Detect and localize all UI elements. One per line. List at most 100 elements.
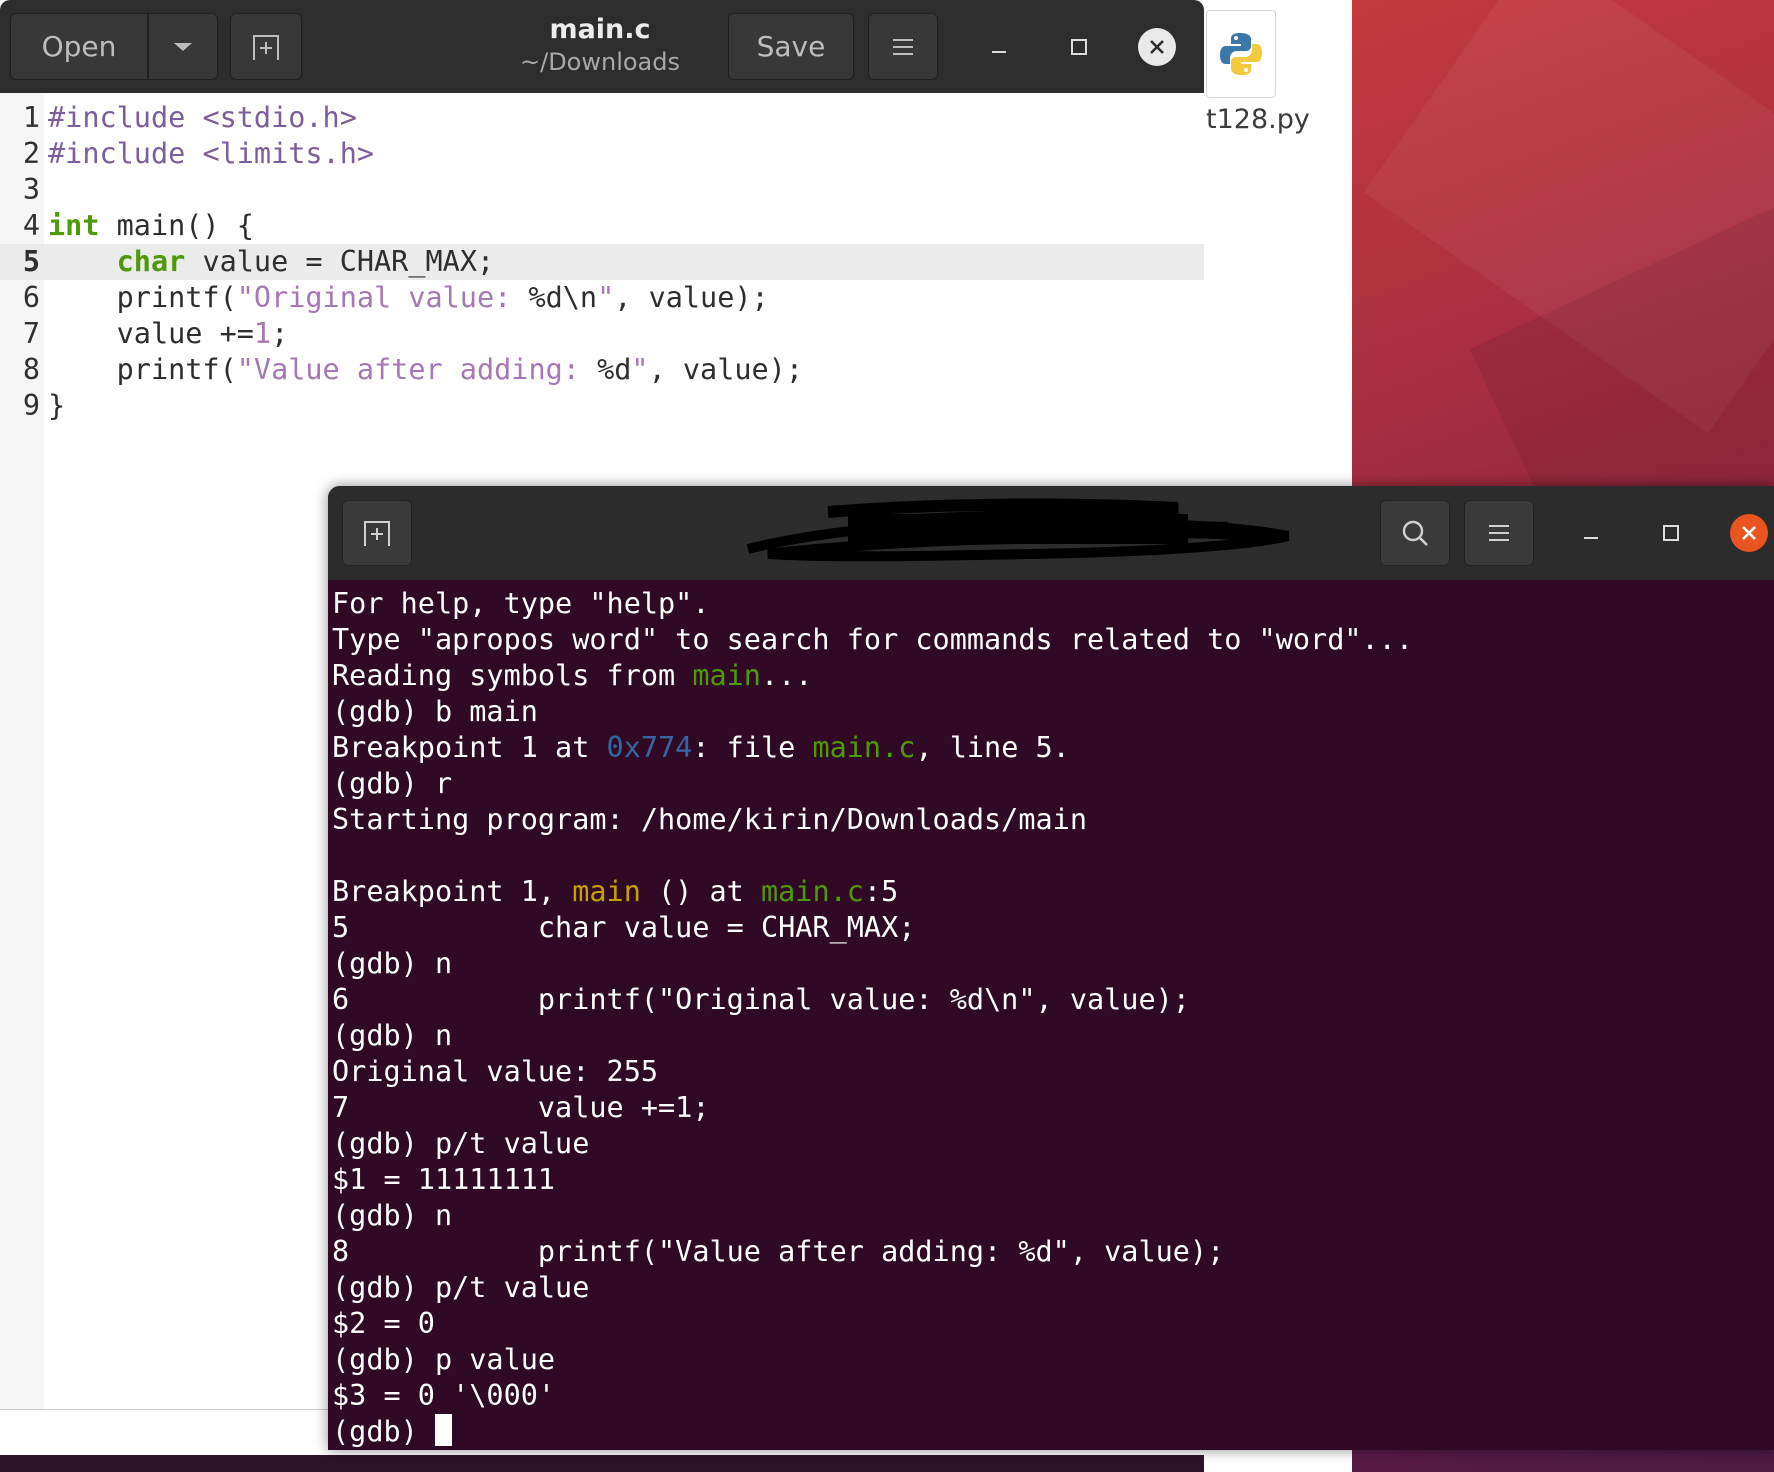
new-tab-icon [253, 34, 279, 60]
terminal-text: (gdb) n [332, 947, 453, 980]
open-dropdown-button[interactable] [148, 13, 218, 80]
code-token: printf( [48, 353, 237, 386]
terminal-line: Original value: 255 [332, 1054, 1774, 1090]
terminal-text: $1 = 11111111 [332, 1163, 556, 1196]
terminal-line: 8 printf("Value after adding: %d", value… [332, 1234, 1774, 1270]
document-path: ~/Downloads [520, 48, 680, 76]
terminal-cursor [434, 1414, 452, 1446]
code-line[interactable]: 3 [0, 172, 1204, 208]
save-button[interactable]: Save [728, 13, 854, 80]
code-line[interactable]: 9} [0, 388, 1204, 424]
terminal-line: Type "apropos word" to search for comman… [332, 622, 1774, 658]
code-token: value += [48, 317, 254, 350]
code-token: , value); [614, 281, 769, 314]
terminal-text: (gdb) b main [332, 695, 538, 728]
code-text: value +=1; [48, 316, 289, 352]
save-button-label: Save [756, 30, 826, 63]
file-name-label[interactable]: t128.py [1206, 104, 1310, 135]
close-button[interactable] [1138, 28, 1176, 66]
code-token: <stdio.h> [202, 101, 357, 134]
terminal-text: main.c [760, 875, 864, 908]
code-text: #include <limits.h> [48, 136, 374, 172]
code-line[interactable]: 2 #include <limits.h> [0, 136, 1204, 172]
code-token: char [116, 245, 186, 278]
terminal-line: Breakpoint 1 at 0x774: file main.c, line… [332, 730, 1774, 766]
minimize-button[interactable] [1572, 514, 1610, 552]
terminal-text: () at [640, 875, 761, 908]
code-line[interactable]: 6 printf("Original value: %d\n", value); [0, 280, 1204, 316]
code-editor-area[interactable]: 1 #include <stdio.h> 2 #include <limits.h> 3… [0, 100, 1204, 424]
maximize-button[interactable] [1060, 28, 1098, 66]
terminal-output[interactable]: For help, type "help". Type "apropos word… [332, 586, 1774, 1450]
line-number: 1 [22, 101, 40, 134]
code-token: printf( [48, 281, 237, 314]
maximize-icon [1663, 525, 1679, 541]
code-token: "Value after adding: [236, 353, 598, 386]
terminal-text: Type "apropos word" to search for comman… [332, 623, 1413, 656]
code-token: "Original value: [236, 281, 529, 314]
code-token: , value); [648, 353, 804, 386]
open-button[interactable]: Open [10, 13, 148, 80]
terminal-text: (gdb) p/t value [332, 1271, 590, 1304]
code-line[interactable]: 8 printf("Value after adding: %d", value… [0, 352, 1204, 388]
terminal-text: (gdb) n [332, 1019, 453, 1052]
python-file-icon[interactable] [1206, 10, 1276, 98]
close-icon [1742, 526, 1756, 540]
code-token: value = CHAR_MAX; [185, 245, 495, 278]
terminal-text: , line 5. [915, 731, 1070, 764]
menu-button[interactable] [868, 13, 938, 80]
line-number: 2 [22, 137, 40, 170]
code-text: printf("Original value: %d\n", value); [48, 280, 769, 316]
new-tab-icon [364, 521, 390, 546]
editor-header-bar: Open main.c ~/Downloads Save [0, 0, 1204, 93]
redaction-scribble [746, 498, 1290, 562]
terminal-text: (gdb) p/t value [332, 1127, 590, 1160]
code-text: } [48, 388, 65, 424]
terminal-line: 5 char value = CHAR_MAX; [332, 910, 1774, 946]
maximize-button[interactable] [1652, 514, 1690, 552]
search-button[interactable] [1380, 500, 1450, 566]
line-number: 8 [22, 353, 40, 386]
hamburger-menu-icon [1489, 525, 1509, 541]
terminal-line: (gdb) p/t value [332, 1270, 1774, 1306]
code-token: ; [271, 317, 289, 350]
minimize-icon [992, 51, 1006, 53]
code-line[interactable]: 5 char value = CHAR_MAX; [0, 244, 1204, 280]
editor-bottom-edge [0, 1455, 1204, 1472]
code-token: } [48, 389, 66, 422]
code-token: <limits.h> [202, 137, 375, 170]
code-token: main() { [99, 209, 254, 242]
code-line[interactable]: 4 int main() { [0, 208, 1204, 244]
code-text: printf("Value after adding: %d", value); [48, 352, 803, 388]
terminal-line: (gdb) n [332, 1018, 1774, 1054]
code-line[interactable]: 7 value +=1; [0, 316, 1204, 352]
terminal-window: For help, type "help". Type "apropos word… [328, 486, 1774, 1450]
terminal-text: Original value: 255 [332, 1055, 659, 1088]
code-text: char value = CHAR_MAX; [48, 244, 495, 280]
minimize-icon [1584, 537, 1598, 539]
line-number: 5 [22, 245, 40, 278]
code-text: int main() { [48, 208, 254, 244]
terminal-text: 7 value +=1; [332, 1091, 710, 1124]
close-icon [1150, 40, 1164, 54]
new-tab-button[interactable] [230, 13, 302, 80]
code-text: #include <stdio.h> [48, 100, 357, 136]
document-title: main.c [549, 14, 651, 45]
terminal-text: : file [692, 731, 813, 764]
close-button[interactable] [1730, 514, 1768, 552]
minimize-button[interactable] [980, 28, 1018, 66]
line-number: 7 [22, 317, 40, 350]
terminal-line: 6 printf("Original value: %d\n", value); [332, 982, 1774, 1018]
terminal-line: Reading symbols from main... [332, 658, 1774, 694]
menu-button[interactable] [1464, 500, 1534, 566]
line-number: 3 [22, 173, 40, 206]
terminal-text: ... [760, 659, 813, 692]
line-number: 9 [22, 389, 40, 422]
open-button-label: Open [41, 30, 117, 63]
terminal-text: $2 = 0 [332, 1307, 435, 1340]
terminal-line: Starting program: /home/kirin/Downloads/… [332, 802, 1774, 838]
maximize-icon [1071, 39, 1087, 55]
new-tab-button[interactable] [342, 500, 412, 566]
code-line[interactable]: 1 #include <stdio.h> [0, 100, 1204, 136]
